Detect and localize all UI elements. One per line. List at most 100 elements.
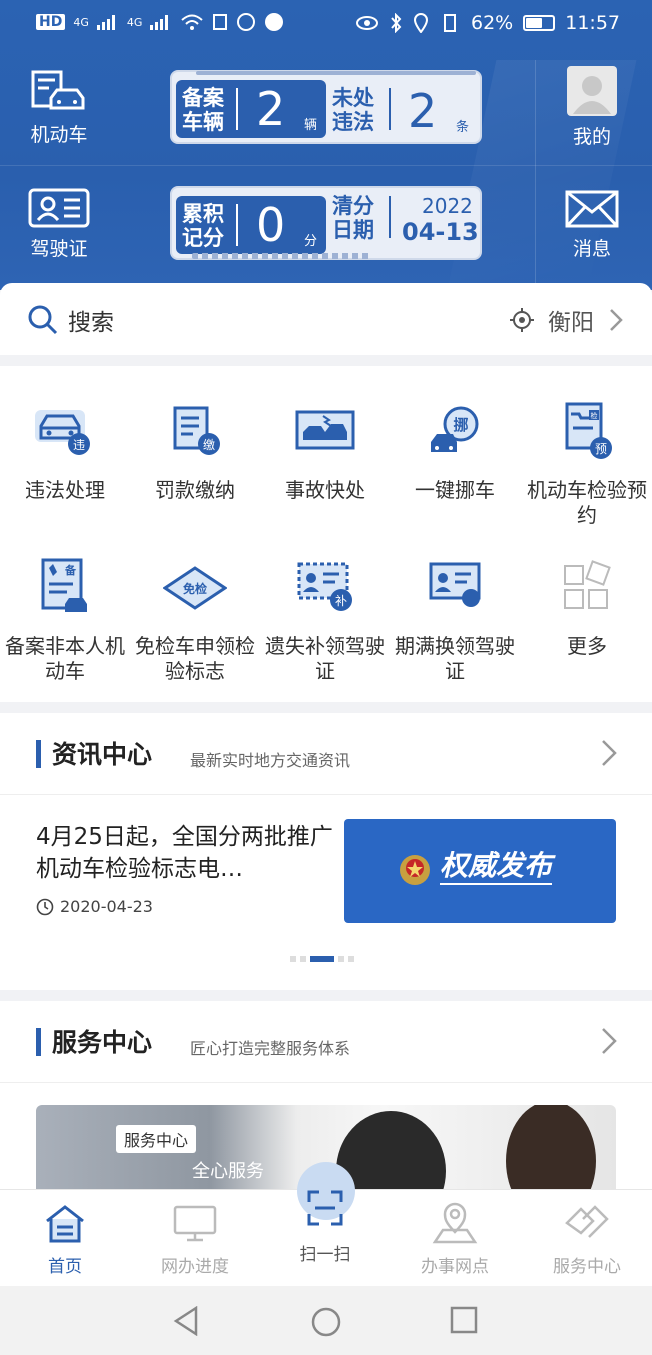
register-badge: 备 [64,563,77,577]
map-pin-icon [432,1202,478,1244]
pager-dot [338,956,344,962]
plate-inner: 累积记分 0 分 [176,196,326,254]
service-accident[interactable]: 事故快处 [260,402,390,503]
system-nav-bar [0,1286,652,1355]
vehicle-summary-plate[interactable]: 备案车辆 2 辆 未处违法 2 条 [170,70,482,144]
search-bar[interactable]: 搜索 衡阳 [0,283,652,355]
battery-icon [523,15,556,31]
city-selector[interactable]: 衡阳 [548,303,594,337]
vehicle-button[interactable]: 机动车 [4,70,114,147]
tab-progress[interactable]: 网办进度 [130,1198,260,1277]
news-title: 资讯中心 [52,740,153,769]
service-reissue-license[interactable]: 补 遗失补领驾驶证 [260,558,390,684]
vehicle-label: 机动车 [30,124,88,146]
message-button[interactable]: 消息 [537,190,647,261]
registered-vehicles-count: 2 [256,82,286,136]
service-label: 期满换领驾驶证 [395,634,515,683]
violations-count: 2 [408,84,438,138]
service-fine-payment[interactable]: 缴 罚款缴纳 [130,402,260,503]
search-placeholder[interactable]: 搜索 [68,303,114,337]
search-icon [28,305,58,335]
plate-separator [236,88,238,130]
sim-icon [213,14,228,30]
tab-label: 办事网点 [421,1257,489,1277]
tab-scan[interactable]: 扫一扫 [260,1190,390,1265]
news-date: 2020-04-23 [36,897,153,916]
news-header[interactable]: 资讯中心 最新实时地方交通资讯 [0,713,652,795]
app-notification-icon [237,13,256,31]
signal-4g-label-2: 4G [126,15,143,29]
appointment-badge: 预 [595,442,607,456]
header-divider [0,165,652,166]
news-headline[interactable]: 4月25日起，全国分两批推广机动车检验标志电… [36,821,336,885]
service-inspection[interactable]: 检预 机动车检验预约 [522,402,652,528]
banner-tag: 服务中心 [116,1125,197,1153]
pager-dot [300,956,306,962]
recents-icon[interactable] [450,1306,478,1336]
plate-decoration [196,71,476,75]
tab-label: 服务中心 [553,1257,621,1277]
accident-icon [295,410,355,450]
home-icon [46,1205,84,1243]
exempt-badge: 免检 [183,581,207,596]
plate-separator-2 [389,196,391,238]
clear-date-label: 清分日期 [332,194,374,242]
service-center-subtitle: 匠心打造完整服务体系 [190,1039,351,1058]
move-car-icon: 挪 [431,406,479,452]
car-violation-icon: 违 [35,410,90,455]
service-register-vehicle[interactable]: 备 备案非本人机动车 [0,558,130,684]
renew-icon [429,562,481,607]
violations-label: 未处违法 [332,86,374,134]
service-label: 更多 [567,634,607,658]
clock: 11:57 [565,12,620,34]
service-label: 机动车检验预约 [527,478,647,527]
invoice-icon: 缴 [173,406,220,455]
header-divider-vertical [535,60,536,290]
reissue-icon: 补 [297,562,352,611]
vibrate-icon [444,14,456,32]
service-center-header[interactable]: 服务中心 匠心打造完整服务体系 [0,1001,652,1083]
pager-dot-active [310,956,334,962]
license-button[interactable]: 驾驶证 [4,188,114,261]
clear-date-year: 2022 [422,194,473,218]
bottom-tab-bar: 首页 网办进度 扫一扫 办事网点 服务中心 [0,1162,652,1286]
handshake-icon [565,1205,609,1238]
exempt-icon: 免检 [162,566,228,610]
plate-separator [236,204,238,246]
service-center-title: 服务中心 [52,1028,153,1057]
tab-label: 网办进度 [161,1257,229,1277]
tab-home[interactable]: 首页 [0,1198,130,1277]
location-icon [413,13,429,33]
chevron-right-icon [610,309,623,331]
service-violation[interactable]: 违 违法处理 [0,402,130,503]
status-right: 62% 11:57 [355,12,620,34]
banner-tagline: 全心服务 [192,1161,264,1182]
move-badge: 挪 [453,416,468,434]
service-exempt-label[interactable]: 免检 免检车申领检验标志 [130,558,260,684]
back-icon[interactable] [172,1306,200,1336]
header: HD 4G 4G 62% 11:57 机动车 驾驶证 备案车辆 2 辆 未处违法… [0,0,652,290]
mine-button[interactable]: 我的 [537,66,647,149]
service-more[interactable]: 更多 [522,558,652,659]
mail-icon [565,190,619,228]
license-icon [28,188,90,228]
violation-badge: 违 [73,438,85,452]
license-label: 驾驶证 [30,238,88,260]
service-label: 免检车申领检验标志 [135,634,255,683]
carousel-pager [290,956,354,962]
signal-4g-label: 4G [73,15,89,29]
plate-separator-2 [389,88,391,130]
points-label: 累积记分 [182,202,224,250]
inspection-icon: 检预 [565,402,612,459]
tab-service-center[interactable]: 服务中心 [522,1198,652,1277]
service-label: 违法处理 [25,478,105,502]
news-banner[interactable]: 权威发布 [344,819,616,923]
tab-offices[interactable]: 办事网点 [390,1198,520,1277]
license-summary-plate[interactable]: 累积记分 0 分 清分日期 2022 04-13 [170,186,482,260]
signal-icon [96,15,115,30]
service-move-car[interactable]: 挪 一键挪车 [390,402,520,503]
home-nav-icon[interactable] [310,1306,342,1338]
wifi-icon [181,14,204,30]
service-renew-license[interactable]: 期满换领驾驶证 [390,558,520,684]
service-label: 事故快处 [285,478,365,502]
